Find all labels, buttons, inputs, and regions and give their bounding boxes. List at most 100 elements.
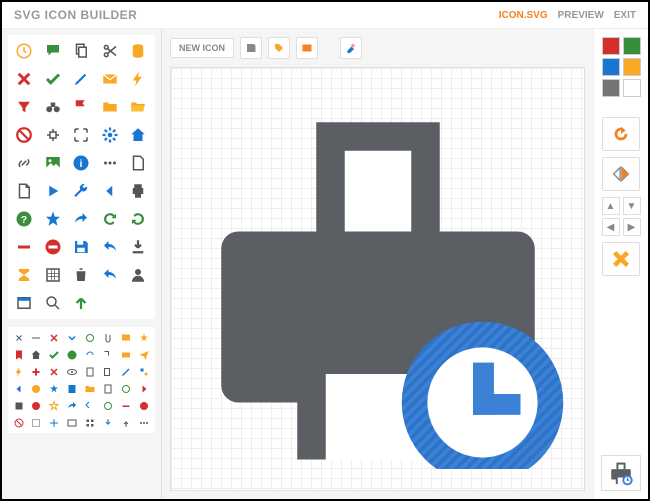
download-icon[interactable] xyxy=(126,235,150,259)
sm-dots2-icon[interactable] xyxy=(136,415,151,430)
user-icon[interactable] xyxy=(126,263,150,287)
nudge-right-button[interactable]: ▶ xyxy=(623,218,641,236)
sm-chat-icon[interactable] xyxy=(118,330,133,345)
sm-dl-icon[interactable] xyxy=(100,415,115,430)
sm-folder2-icon[interactable] xyxy=(83,381,98,396)
pencil-icon[interactable] xyxy=(69,67,93,91)
color-white[interactable] xyxy=(623,79,641,97)
sm-select-icon[interactable] xyxy=(29,415,44,430)
reply-icon[interactable] xyxy=(98,263,122,287)
sm-collapse-icon[interactable] xyxy=(29,330,44,345)
sm-ok-icon[interactable] xyxy=(65,347,80,362)
sm-prev-icon[interactable] xyxy=(11,381,26,396)
copy-icon[interactable] xyxy=(69,39,93,63)
lightning-icon[interactable] xyxy=(126,67,150,91)
dots-icon[interactable] xyxy=(98,151,122,175)
sm-x-icon[interactable] xyxy=(47,364,62,379)
trash-icon[interactable] xyxy=(69,263,93,287)
sm-grid2-icon[interactable] xyxy=(83,415,98,430)
sm-redo2-icon[interactable] xyxy=(83,347,98,362)
cancel-icon[interactable] xyxy=(12,123,36,147)
play-icon[interactable] xyxy=(41,179,65,203)
preview-link[interactable]: PREVIEW xyxy=(558,10,604,21)
sm-star2-icon[interactable] xyxy=(47,381,62,396)
filter-icon[interactable] xyxy=(12,95,36,119)
back-icon[interactable] xyxy=(98,179,122,203)
remove-circle-icon[interactable] xyxy=(41,235,65,259)
share-icon[interactable] xyxy=(69,207,93,231)
mail-icon[interactable] xyxy=(98,67,122,91)
document-icon[interactable] xyxy=(126,151,150,175)
sm-home-icon[interactable] xyxy=(29,347,44,362)
save-button[interactable] xyxy=(240,37,262,59)
refresh-icon[interactable] xyxy=(98,207,122,231)
fullscreen-icon[interactable] xyxy=(69,123,93,147)
star-icon[interactable] xyxy=(41,207,65,231)
folder-open-icon[interactable] xyxy=(126,95,150,119)
rotate-button[interactable] xyxy=(602,117,640,151)
color-green[interactable] xyxy=(623,37,641,55)
undo-icon[interactable] xyxy=(98,235,122,259)
sm-close-icon[interactable] xyxy=(47,330,62,345)
sm-clip-icon[interactable] xyxy=(100,330,115,345)
sm-check-icon[interactable] xyxy=(47,347,62,362)
page-icon[interactable] xyxy=(12,179,36,203)
help-icon[interactable]: ? xyxy=(12,207,36,231)
search-icon[interactable] xyxy=(41,291,65,315)
minus-icon[interactable] xyxy=(12,235,36,259)
redo-icon[interactable] xyxy=(126,207,150,231)
sm-next-icon[interactable] xyxy=(136,381,151,396)
sm-save2-icon[interactable] xyxy=(11,398,26,413)
color-gray[interactable] xyxy=(602,79,620,97)
sm-stop-icon[interactable] xyxy=(29,398,44,413)
sm-pencil2-icon[interactable] xyxy=(118,364,133,379)
binoculars-icon[interactable] xyxy=(41,95,65,119)
database-icon[interactable] xyxy=(126,39,150,63)
sm-docs-icon[interactable] xyxy=(100,364,115,379)
sm-plus-icon[interactable] xyxy=(29,364,44,379)
folder-icon[interactable] xyxy=(98,95,122,119)
scissors-icon[interactable] xyxy=(98,39,122,63)
sm-ul-icon[interactable] xyxy=(118,415,133,430)
sm-corner-icon[interactable] xyxy=(100,347,115,362)
image-icon[interactable] xyxy=(41,151,65,175)
sm-shapes-icon[interactable] xyxy=(136,364,151,379)
color-blue[interactable] xyxy=(602,58,620,76)
sm-send-icon[interactable] xyxy=(136,347,151,362)
filename-link[interactable]: ICON.SVG xyxy=(499,10,548,21)
clock-icon[interactable] xyxy=(12,39,36,63)
sm-doc-icon[interactable] xyxy=(83,364,98,379)
eraser-button[interactable] xyxy=(340,37,362,59)
sm-eye-icon[interactable] xyxy=(65,364,80,379)
sm-cycle-icon[interactable] xyxy=(118,381,133,396)
sm-expand-icon[interactable] xyxy=(11,330,26,345)
check-icon[interactable] xyxy=(41,67,65,91)
print-icon[interactable] xyxy=(126,179,150,203)
nudge-down-button[interactable]: ▼ xyxy=(623,197,641,215)
new-icon-button[interactable]: NEW ICON xyxy=(170,38,234,58)
gear-icon[interactable] xyxy=(98,123,122,147)
arrow-up-icon[interactable] xyxy=(69,291,93,315)
exit-link[interactable]: EXIT xyxy=(614,10,636,21)
flip-button[interactable] xyxy=(602,157,640,191)
chat-icon[interactable] xyxy=(41,39,65,63)
info-icon[interactable]: i xyxy=(69,151,93,175)
sum-icon[interactable] xyxy=(12,263,36,287)
wrench-icon[interactable] xyxy=(69,179,93,203)
color-yellow[interactable] xyxy=(623,58,641,76)
sm-bookmark-icon[interactable] xyxy=(11,347,26,362)
sm-reply2-icon[interactable] xyxy=(65,398,80,413)
sm-book-icon[interactable] xyxy=(65,381,80,396)
color-red[interactable] xyxy=(602,37,620,55)
canvas[interactable] xyxy=(170,67,585,491)
sm-star-icon[interactable] xyxy=(136,330,151,345)
sm-panel-icon[interactable] xyxy=(65,415,80,430)
nudge-left-button[interactable]: ◀ xyxy=(602,218,620,236)
sm-minus2-icon[interactable] xyxy=(118,398,133,413)
image-button[interactable] xyxy=(296,37,318,59)
sm-mail2-icon[interactable] xyxy=(118,347,133,362)
sm-loop-icon[interactable] xyxy=(100,398,115,413)
sm-del-icon[interactable] xyxy=(136,398,151,413)
close-icon[interactable] xyxy=(12,67,36,91)
delete-button[interactable] xyxy=(602,242,640,276)
